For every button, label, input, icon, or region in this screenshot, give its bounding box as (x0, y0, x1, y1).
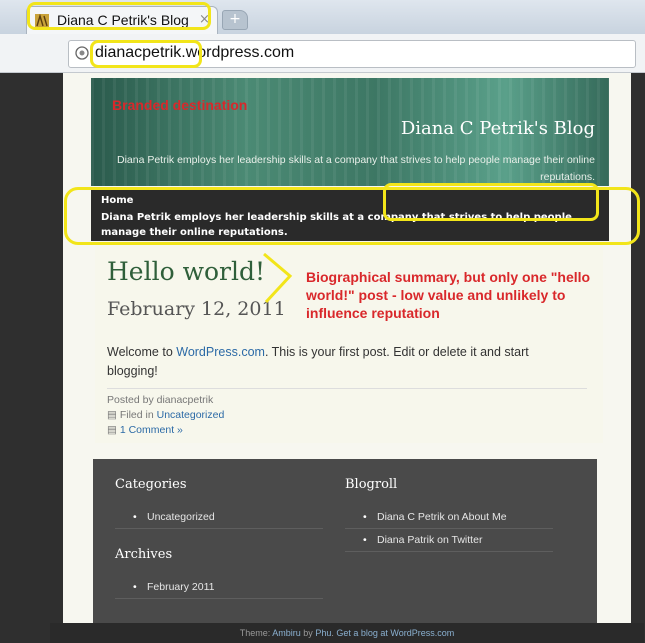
globe-icon (75, 46, 89, 60)
blogroll-item[interactable]: Diana Patrik on Twitter (345, 529, 553, 552)
archive-item[interactable]: February 2011 (115, 576, 323, 599)
theme-link[interactable]: Ambiru (272, 628, 301, 638)
wordpress-footer-link[interactable]: Get a blog at WordPress.com (336, 628, 454, 638)
annotation-branded: Branded destination (112, 97, 248, 113)
filed-in-prefix: Filed in (119, 409, 157, 421)
folder-icon: ▤ (107, 409, 120, 421)
annotation-summary: Biographical summary, but only one "hell… (306, 269, 591, 321)
archives-heading: Archives (115, 547, 173, 562)
sidebar-right-column: Blogroll Diana C Petrik on About Me Dian… (345, 477, 553, 552)
comments-link[interactable]: 1 Comment » (120, 424, 183, 436)
blog-header: Diana C Petrik's Blog Diana Petrik emplo… (91, 78, 609, 186)
category-item[interactable]: Uncategorized (115, 506, 323, 529)
new-tab-button[interactable]: + (222, 10, 248, 30)
footer-theme-prefix: Theme: (239, 628, 273, 638)
author-link[interactable]: Phu (315, 628, 331, 638)
posted-by: Posted by dianacpetrik (107, 394, 214, 406)
url-highlight (90, 40, 202, 68)
post-title[interactable]: Hello world! (107, 257, 265, 286)
blogroll-list: Diana C Petrik on About Me Diana Patrik … (345, 506, 553, 552)
categories-list: Uncategorized (115, 506, 323, 529)
post-body-prefix: Welcome to (107, 345, 177, 359)
blogroll-item[interactable]: Diana C Petrik on About Me (345, 506, 553, 529)
archives-list: February 2011 (115, 576, 323, 599)
page-viewport: Diana C Petrik's Blog Diana Petrik emplo… (0, 73, 645, 643)
site-title[interactable]: Diana C Petrik's Blog (401, 118, 595, 139)
post-meta: Posted by dianacpetrik ▤ Filed in Uncate… (107, 388, 587, 438)
sidebar-widgets: Categories Uncategorized Archives Februa… (93, 459, 597, 633)
blogroll-heading: Blogroll (345, 477, 398, 492)
comments: ▤ 1 Comment » (107, 423, 587, 438)
post-body: Welcome to WordPress.com. This is your f… (107, 343, 577, 381)
wordpress-link[interactable]: WordPress.com (176, 345, 265, 359)
sidebar-left-column: Categories Uncategorized Archives Februa… (115, 477, 323, 599)
category-link[interactable]: Uncategorized (157, 409, 225, 421)
footer-by: by (300, 628, 316, 638)
site-footer: Theme: Ambiru by Phu. Get a blog at Word… (50, 623, 644, 643)
tab-highlight (27, 2, 211, 30)
blog-page: Diana C Petrik's Blog Diana Petrik emplo… (63, 73, 631, 633)
filed-in: ▤ Filed in Uncategorized (107, 408, 587, 423)
categories-heading: Categories (115, 477, 187, 492)
nav-highlight (64, 187, 640, 245)
post-date: February 12, 2011 (107, 298, 286, 320)
comment-icon: ▤ (107, 424, 120, 436)
site-description: Diana Petrik employs her leadership skil… (116, 154, 595, 183)
